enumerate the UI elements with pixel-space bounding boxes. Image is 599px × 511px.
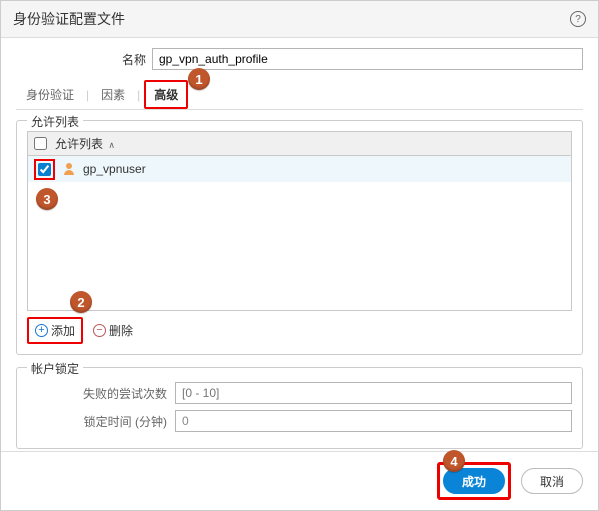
duration-label: 锁定时间 (分钟): [67, 413, 167, 430]
tabs: 身份验证 | 因素 | 高级: [16, 80, 583, 110]
row-checkbox[interactable]: [38, 163, 51, 176]
help-icon[interactable]: ?: [570, 11, 586, 27]
attempts-label: 失败的尝试次数: [67, 385, 167, 402]
duration-input[interactable]: [175, 410, 572, 432]
attempts-row: 失败的尝试次数: [67, 382, 572, 404]
lockout-fieldset: 帐户锁定 失败的尝试次数 锁定时间 (分钟): [16, 367, 583, 449]
dialog-footer: 成功 取消: [1, 451, 598, 510]
lockout-legend: 帐户锁定: [27, 360, 83, 377]
table-row[interactable]: gp_vpnuser: [28, 156, 571, 182]
sort-asc-icon: ∧: [108, 140, 115, 150]
table-actions: + 添加 − 删除: [27, 317, 572, 344]
add-button[interactable]: + 添加: [27, 317, 83, 344]
allow-list-legend: 允许列表: [27, 113, 83, 130]
plus-icon: +: [35, 324, 48, 337]
allow-list-fieldset: 允许列表 允许列表 ∧ gp_vpnuser: [16, 120, 583, 355]
column-header-allowlist[interactable]: 允许列表 ∧: [55, 135, 115, 152]
callout-badge-3: 3: [36, 188, 58, 210]
name-label: 名称: [106, 51, 146, 68]
dialog-title: 身份验证配置文件: [13, 9, 125, 29]
attempts-input[interactable]: [175, 382, 572, 404]
tab-factor[interactable]: 因素: [91, 80, 135, 109]
table-body: gp_vpnuser: [28, 156, 571, 310]
delete-button[interactable]: − 删除: [93, 322, 133, 339]
callout-badge-4: 4: [443, 450, 465, 472]
row-name: gp_vpnuser: [83, 162, 146, 176]
dialog-header: 身份验证配置文件 ?: [1, 1, 598, 38]
callout-badge-2: 2: [70, 291, 92, 313]
select-all-checkbox[interactable]: [34, 137, 47, 150]
minus-icon: −: [93, 324, 106, 337]
dialog-body: 名称 身份验证 | 因素 | 高级 允许列表 允许列表 ∧: [1, 38, 598, 451]
name-row: 名称: [106, 48, 583, 70]
user-icon: [63, 163, 75, 175]
cancel-button[interactable]: 取消: [521, 468, 583, 494]
tab-separator: |: [84, 88, 91, 102]
row-checkbox-highlight: [34, 159, 55, 180]
name-input[interactable]: [152, 48, 583, 70]
tab-advanced[interactable]: 高级: [144, 80, 188, 109]
allow-list-table: 允许列表 ∧ gp_vpnuser: [27, 131, 572, 311]
table-header: 允许列表 ∧: [28, 132, 571, 156]
duration-row: 锁定时间 (分钟): [67, 410, 572, 432]
callout-badge-1: 1: [188, 68, 210, 90]
dialog: 身份验证配置文件 ? 名称 身份验证 | 因素 | 高级 允许列表 允许列表 ∧: [0, 0, 599, 511]
tab-separator: |: [135, 88, 142, 102]
tab-auth[interactable]: 身份验证: [16, 80, 84, 109]
